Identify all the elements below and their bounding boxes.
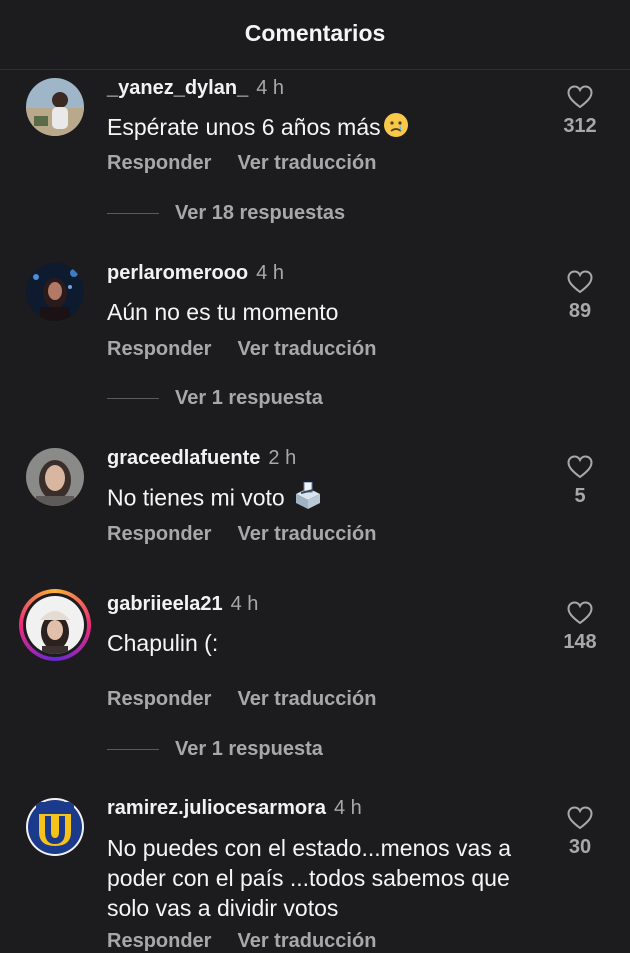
comment-username[interactable]: perlaromerooo — [107, 262, 248, 284]
avatar[interactable] — [26, 596, 84, 654]
like-button[interactable]: 89 — [556, 270, 604, 323]
translate-button[interactable]: Ver traducción — [237, 930, 376, 952]
story-ring[interactable] — [19, 589, 91, 661]
comment-text: Espérate unos 6 años más — [107, 114, 381, 140]
comment-username[interactable]: gabriieela21 — [107, 593, 223, 615]
page-title: Comentarios — [244, 20, 386, 46]
heart-outline-icon[interactable] — [556, 806, 604, 830]
comment-time: 4 h — [230, 593, 259, 615]
reply-button[interactable]: Responder — [107, 523, 211, 545]
translate-button[interactable]: Ver traducción — [237, 523, 376, 545]
like-button[interactable]: 148 — [556, 601, 604, 654]
like-count: 5 — [574, 485, 586, 507]
heart-outline-icon[interactable] — [556, 85, 604, 109]
reply-button[interactable]: Responder — [107, 688, 211, 710]
comment-text: Aún no es tu momento — [107, 299, 339, 325]
like-count: 148 — [563, 631, 597, 653]
comments-header: Comentarios — [0, 0, 630, 70]
view-replies-button[interactable]: Ver 18 respuestas — [107, 202, 345, 225]
comment-username[interactable]: ramirez.juliocesarmora — [107, 797, 326, 819]
comment-time: 4 h — [256, 262, 284, 284]
like-button[interactable]: 312 — [556, 85, 604, 138]
comment-text: No tienes mi voto — [107, 484, 285, 511]
translate-button[interactable]: Ver traducción — [237, 338, 376, 360]
replies-divider — [107, 749, 159, 751]
view-replies-button[interactable]: Ver 1 respuesta — [107, 738, 323, 761]
comment-username[interactable]: _yanez_dylan_ — [107, 77, 248, 99]
like-button[interactable]: 30 — [556, 806, 604, 859]
comment-time: 4 h — [334, 797, 362, 819]
reply-button[interactable]: Responder — [107, 338, 211, 360]
comment-username[interactable]: graceedlafuente — [107, 447, 260, 469]
avatar[interactable] — [26, 78, 84, 136]
like-button[interactable]: 5 — [556, 455, 604, 508]
like-count: 89 — [568, 300, 592, 322]
view-replies-button[interactable]: Ver 1 respuesta — [107, 387, 323, 410]
ballot-box-icon — [293, 481, 323, 517]
crying-face-icon — [383, 112, 409, 145]
comment-text: Chapulin (: — [107, 630, 219, 656]
like-count: 312 — [563, 115, 597, 137]
view-replies-label[interactable]: Ver 1 respuesta — [175, 738, 323, 760]
translate-button[interactable]: Ver traducción — [237, 152, 376, 174]
view-replies-label[interactable]: Ver 1 respuesta — [175, 387, 323, 409]
comment-time: 2 h — [268, 447, 297, 469]
heart-outline-icon[interactable] — [556, 270, 604, 294]
comment-text: No puedes con el estado...menos vas a po… — [107, 835, 512, 921]
view-replies-label[interactable]: Ver 18 respuestas — [175, 202, 345, 224]
replies-divider — [107, 213, 159, 215]
comment-time: 4 h — [256, 77, 285, 99]
avatar[interactable] — [26, 448, 84, 506]
reply-button[interactable]: Responder — [107, 152, 211, 174]
heart-outline-icon[interactable] — [556, 455, 604, 479]
reply-button[interactable]: Responder — [107, 930, 211, 952]
avatar[interactable] — [26, 798, 84, 856]
replies-divider — [107, 398, 159, 400]
header-divider — [0, 69, 630, 70]
avatar[interactable] — [26, 263, 84, 321]
like-count: 30 — [568, 836, 592, 858]
translate-button[interactable]: Ver traducción — [237, 688, 376, 710]
heart-outline-icon[interactable] — [556, 601, 604, 625]
